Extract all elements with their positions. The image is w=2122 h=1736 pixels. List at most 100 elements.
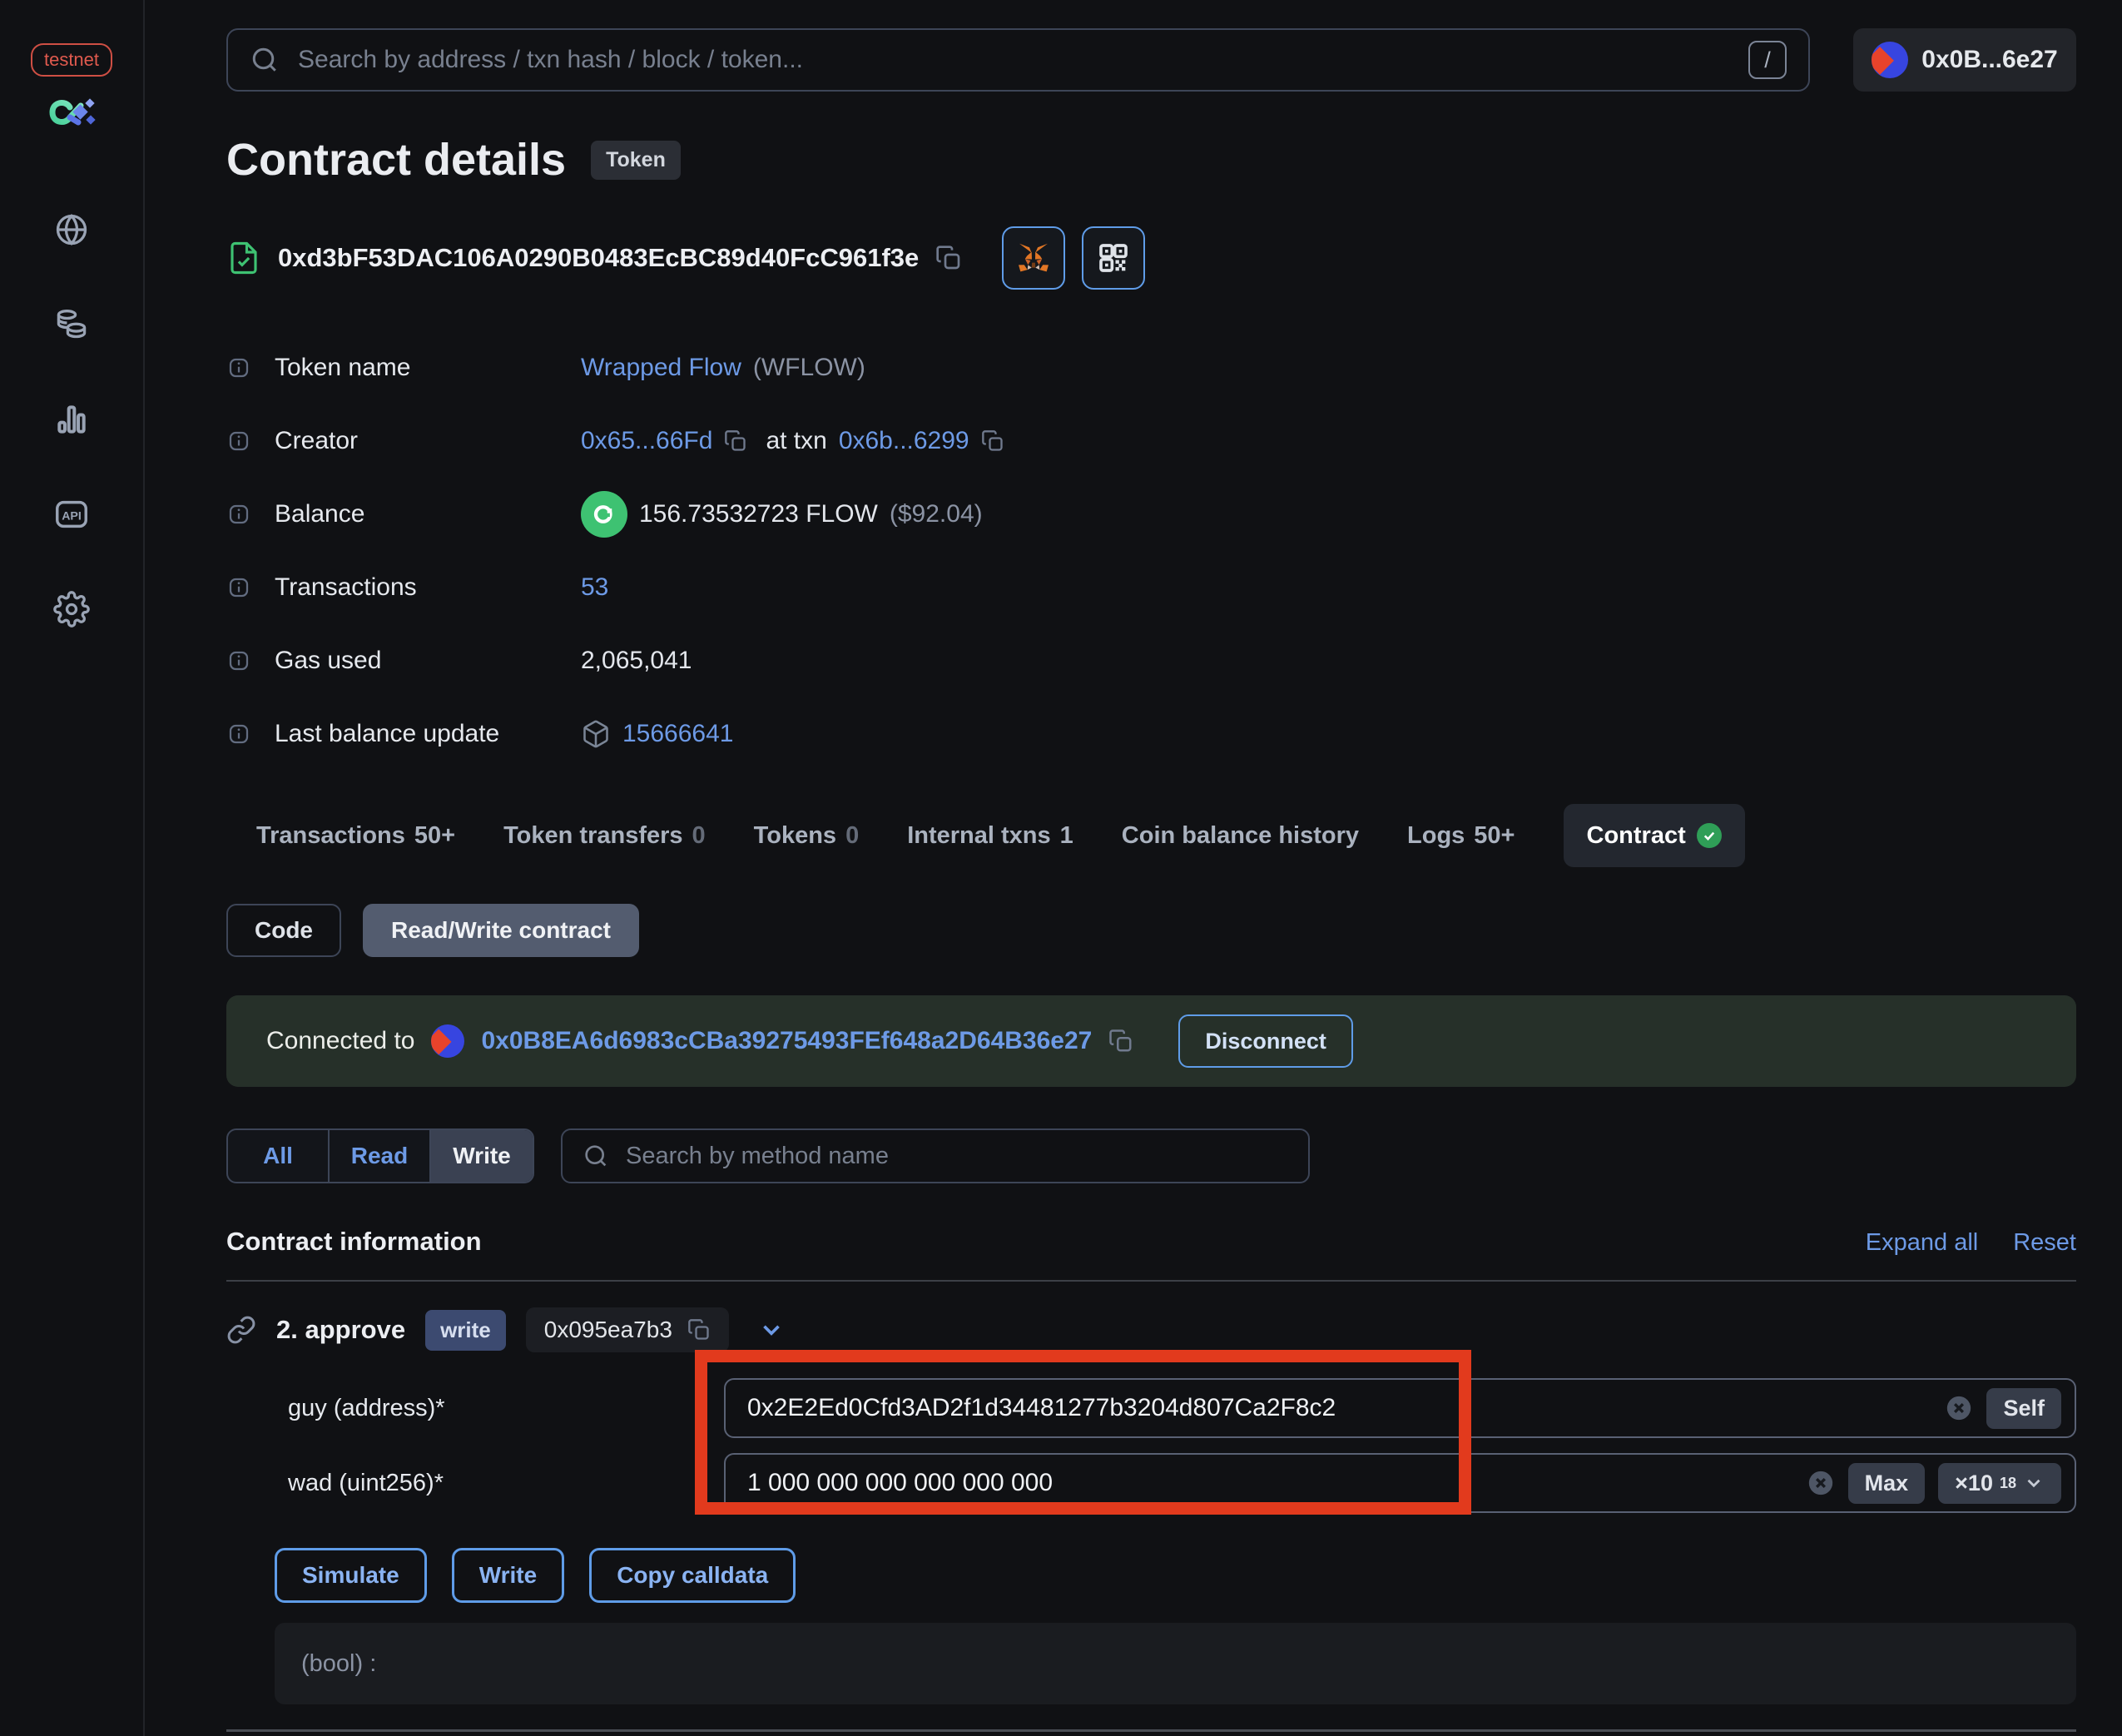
chevron-down-icon (2023, 1472, 2045, 1494)
disconnect-button[interactable]: Disconnect (1178, 1014, 1353, 1068)
info-row-gas-used: Gas used 2,065,041 (226, 624, 2076, 697)
flow-token-icon (581, 491, 627, 538)
testnet-badge: testnet (30, 43, 113, 77)
method-search[interactable] (561, 1128, 1310, 1183)
transactions-count-link[interactable]: 53 (581, 573, 608, 602)
token-type-badge: Token (591, 140, 681, 180)
sidebar: testnet API (0, 0, 145, 1736)
info-icon (226, 429, 251, 454)
method-kind-badge: write (425, 1309, 506, 1351)
wad-amount-input[interactable] (747, 1469, 1793, 1497)
tab-token-transfers[interactable]: Token transfers 0 (503, 822, 706, 850)
info-icon (226, 648, 251, 673)
simulate-button[interactable]: Simulate (275, 1548, 427, 1603)
wad-amount-field[interactable]: Max ×1018 (724, 1453, 2076, 1513)
write-button[interactable]: Write (451, 1548, 565, 1603)
wallet-address: 0x0B...6e27 (1921, 46, 2058, 73)
info-row-last-balance-update: Last balance update 15666641 (226, 697, 2076, 771)
copy-icon[interactable] (724, 429, 747, 453)
stats-icon (53, 401, 90, 438)
tab-logs[interactable]: Logs 50+ (1407, 822, 1515, 850)
copy-icon[interactable] (981, 429, 1004, 453)
copy-icon[interactable] (687, 1318, 711, 1342)
search-icon (583, 1143, 609, 1169)
global-search[interactable]: / (226, 28, 1810, 92)
contract-verified-icon (226, 241, 261, 275)
filter-write[interactable]: Write (431, 1130, 533, 1182)
method-name: 2. approve (276, 1315, 406, 1344)
contract-address-row: 0xd3bF53DAC106A0290B0483EcBC89d40FcC961f… (226, 226, 2076, 290)
tab-transactions[interactable]: Transactions 50+ (256, 822, 455, 850)
sidebar-nav: API (52, 210, 92, 629)
self-button[interactable]: Self (1986, 1387, 2061, 1429)
tab-tokens[interactable]: Tokens 0 (754, 822, 860, 850)
link-icon[interactable] (226, 1315, 256, 1345)
title-row: Contract details Token (226, 133, 2076, 186)
clear-icon[interactable] (1807, 1469, 1835, 1497)
contract-details-page: testnet API Search by address / txn hash… (0, 0, 2122, 1736)
tab-read-write-contract[interactable]: Read/Write contract (363, 904, 639, 957)
tab-internal-txns[interactable]: Internal txns 1 (907, 822, 1073, 850)
output-type: (bool) : (301, 1649, 377, 1677)
method-actions: Simulate Write Copy calldata (275, 1548, 2076, 1603)
last-balance-block-link[interactable]: 15666641 (622, 720, 733, 748)
contract-info-table: Token name Wrapped Flow (WFLOW) Creator … (226, 331, 2076, 771)
block-icon (581, 719, 611, 749)
guy-address-field[interactable]: Self (724, 1378, 2076, 1438)
wallet-button[interactable]: 0x0B...6e27 (1853, 28, 2076, 92)
contract-address: 0xd3bF53DAC106A0290B0483EcBC89d40FcC961f… (278, 243, 920, 272)
token-name-link[interactable]: Wrapped Flow (581, 354, 741, 382)
main-content: / 0x0B...6e27 Contract details Token (145, 0, 2122, 1736)
sidebar-item-blockchain[interactable] (52, 210, 92, 250)
max-button[interactable]: Max (1847, 1462, 1926, 1504)
qr-code-button[interactable] (1082, 226, 1146, 290)
search-icon (250, 45, 280, 75)
sidebar-item-tokens[interactable] (52, 305, 92, 345)
chevron-down-icon[interactable] (757, 1316, 786, 1344)
app-logo-icon[interactable] (45, 95, 98, 130)
metamask-icon (1014, 239, 1053, 277)
param-label: wad (uint256)* (288, 1469, 444, 1496)
expand-all-link[interactable]: Expand all (1866, 1229, 1978, 1257)
creator-address-link[interactable]: 0x65...66Fd (581, 427, 712, 455)
tab-coin-balance-history[interactable]: Coin balance history (1122, 822, 1359, 850)
search-input[interactable] (298, 46, 1730, 74)
qr-icon (1097, 241, 1130, 275)
gas-used-value: 2,065,041 (581, 647, 692, 674)
tab-code[interactable]: Code (226, 904, 341, 957)
info-icon (226, 722, 251, 746)
balance-usd: ($92.04) (889, 500, 983, 528)
info-row-balance: Balance 156.73532723 FLOW ($92.04) (226, 478, 2076, 551)
method-filter-row: All Read Write (226, 1128, 2076, 1183)
tokens-icon (53, 306, 90, 343)
method-approve-row[interactable]: 2. approve write 0x095ea7b3 (226, 1307, 2076, 1352)
identicon (1872, 42, 1909, 78)
tab-contract[interactable]: Contract (1563, 804, 1745, 867)
balance-value: 156.73532723 FLOW (639, 500, 878, 528)
reset-link[interactable]: Reset (2013, 1229, 2076, 1257)
creation-txn-link[interactable]: 0x6b...6299 (839, 427, 969, 455)
add-to-metamask-button[interactable] (1002, 226, 1066, 290)
keyboard-shortcut: / (1748, 41, 1787, 79)
filter-all[interactable]: All (228, 1130, 330, 1182)
contract-information-header: Contract information Expand all Reset (226, 1227, 2076, 1257)
divider (226, 1280, 2076, 1282)
contract-subtabs: Code Read/Write contract (226, 904, 2076, 957)
guy-address-input[interactable] (747, 1394, 1932, 1422)
filter-read[interactable]: Read (330, 1130, 431, 1182)
info-row-transactions: Transactions 53 (226, 551, 2076, 624)
connected-address-link[interactable]: 0x0B8EA6d6983cCBa39275493FEf648a2D64B36e… (481, 1027, 1092, 1055)
sidebar-item-stats[interactable] (52, 399, 92, 439)
sidebar-item-api[interactable]: API (52, 494, 92, 534)
multiplier-dropdown[interactable]: ×10 18 (1938, 1462, 2061, 1504)
sidebar-item-settings[interactable] (52, 589, 92, 629)
copy-icon[interactable] (1108, 1029, 1133, 1054)
method-search-input[interactable] (626, 1142, 1288, 1170)
copy-icon[interactable] (935, 245, 962, 271)
tab-bar: Transactions 50+ Token transfers 0 Tokens 0… (226, 804, 2076, 867)
settings-icon (53, 591, 90, 627)
topbar: / 0x0B...6e27 (226, 28, 2076, 92)
method-selector-badge: 0x095ea7b3 (525, 1307, 729, 1352)
clear-icon[interactable] (1945, 1394, 1973, 1422)
copy-calldata-button[interactable]: Copy calldata (589, 1548, 796, 1603)
